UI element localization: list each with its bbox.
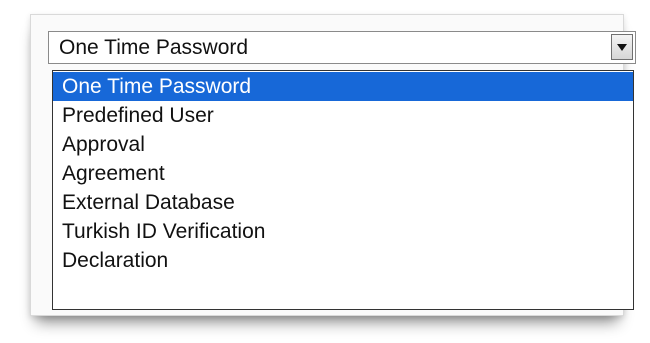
option-predefined-user[interactable]: Predefined User xyxy=(53,101,633,130)
option-one-time-password[interactable]: One Time Password xyxy=(53,72,633,101)
option-agreement[interactable]: Agreement xyxy=(53,159,633,188)
select-current-value: One Time Password xyxy=(59,36,249,59)
dropdown-options-list: One Time Password Predefined User Approv… xyxy=(52,70,634,310)
option-turkish-id-verification[interactable]: Turkish ID Verification xyxy=(53,217,633,246)
select-arrow-button[interactable] xyxy=(611,34,633,60)
method-select[interactable]: One Time Password xyxy=(48,31,636,64)
option-external-database[interactable]: External Database xyxy=(53,188,633,217)
chevron-down-icon xyxy=(617,44,627,51)
option-approval[interactable]: Approval xyxy=(53,130,633,159)
option-declaration[interactable]: Declaration xyxy=(53,246,633,275)
